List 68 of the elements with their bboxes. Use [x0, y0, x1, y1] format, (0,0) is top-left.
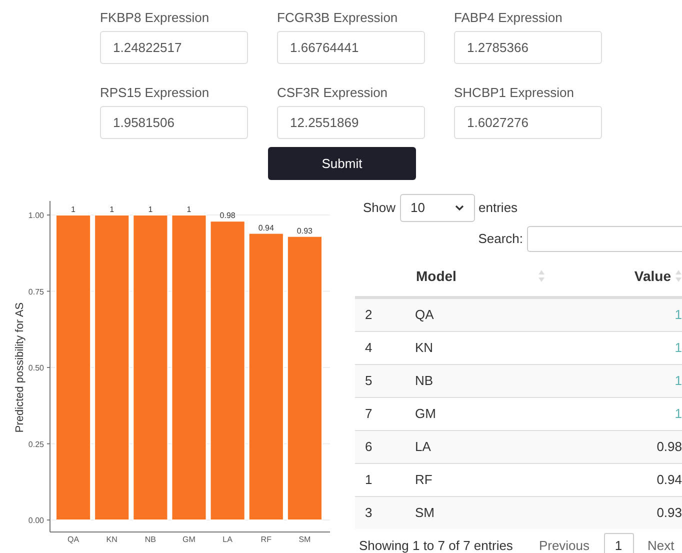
- entries-label: entries: [478, 199, 518, 218]
- field-label: FABP4 Expression: [454, 9, 564, 26]
- next-link[interactable]: Next: [648, 536, 674, 553]
- table-cell-text: 5: [364, 372, 374, 390]
- data-label: 0.98: [220, 211, 236, 220]
- data-label: 1: [110, 205, 114, 214]
- table-cell-text: 4: [364, 339, 374, 358]
- category-label: GM: [182, 535, 196, 544]
- tick-label: 0.75: [28, 287, 44, 296]
- sort-icon: [675, 269, 682, 283]
- field-label: FCGR3B Expression: [277, 9, 399, 26]
- table-cell-text: QA: [415, 306, 435, 324]
- table-cell-text: LA: [415, 438, 432, 456]
- table-cell-text: SM: [415, 504, 436, 522]
- table-cell-text: 1: [674, 405, 682, 424]
- table-cell-text: 0.93: [656, 504, 682, 522]
- sort-icon: [538, 269, 545, 283]
- page-size-select[interactable]: 10: [400, 194, 475, 222]
- table-cell-text: 0.98: [656, 438, 682, 456]
- table-cell-text: 1: [364, 471, 374, 490]
- input-field[interactable]: 1.24822517: [100, 31, 248, 64]
- table-cell-text: 3: [364, 504, 374, 522]
- field-label: RPS15 Expression: [100, 84, 210, 101]
- page-button[interactable]: 1: [604, 533, 634, 553]
- category-label: NB: [144, 535, 156, 544]
- chevron-down-icon: [454, 205, 464, 211]
- table-cell-text: 7: [364, 405, 374, 424]
- table-cell-text: NB: [415, 372, 434, 390]
- input-field[interactable]: 1.66764441: [277, 31, 425, 64]
- data-label: 1: [148, 205, 153, 214]
- input-field[interactable]: 1.9581506: [100, 106, 248, 139]
- tick-label: 0.00: [28, 516, 44, 525]
- column-header[interactable]: Model: [415, 266, 550, 286]
- table-cell-text: GM: [415, 405, 437, 424]
- input-field[interactable]: 12.2551869: [277, 106, 425, 139]
- table-cell-text: 2: [364, 306, 374, 324]
- y-axis-title: Predicted possibility for AS: [14, 302, 26, 433]
- category-label: KN: [106, 535, 118, 544]
- tick-label: 0.50: [28, 364, 44, 372]
- field-label: SHCBP1 Expression: [454, 84, 575, 101]
- table-cell-text: 1: [674, 306, 682, 324]
- submit-button[interactable]: Submit: [268, 147, 416, 180]
- data-label: 1: [71, 205, 76, 214]
- table-info: Showing 1 to 7 of 7 entries: [359, 537, 513, 553]
- search-field[interactable]: [527, 226, 682, 252]
- category-label: RF: [260, 535, 272, 544]
- category-label: SM: [298, 535, 311, 544]
- data-label: 0.94: [258, 223, 274, 232]
- input-field[interactable]: 1.6027276: [454, 106, 602, 139]
- category-label: LA: [222, 535, 232, 544]
- search-label: Search:: [478, 230, 523, 248]
- table-cell-text: 1: [674, 339, 682, 358]
- table-cell-text: 1: [674, 372, 682, 390]
- previous-link[interactable]: Previous: [538, 536, 590, 553]
- data-label: 0.93: [296, 226, 312, 236]
- show-label: Show: [363, 199, 396, 218]
- field-label: CSF3R Expression: [277, 84, 389, 101]
- tick-label: 1.00: [28, 211, 44, 220]
- tick-label: 0.25: [28, 440, 44, 449]
- table-cell-text: KN: [415, 339, 434, 358]
- input-field[interactable]: 1.2785366: [454, 31, 602, 64]
- data-label: 1: [186, 205, 192, 214]
- table-cell-text: 0.94: [656, 471, 682, 490]
- column-header[interactable]: Value: [550, 266, 682, 286]
- table-cell-text: RF: [415, 471, 434, 490]
- field-label: FKBP8 Expression: [100, 9, 210, 26]
- table-cell-text: 6: [364, 438, 374, 456]
- category-label: QA: [68, 535, 80, 544]
